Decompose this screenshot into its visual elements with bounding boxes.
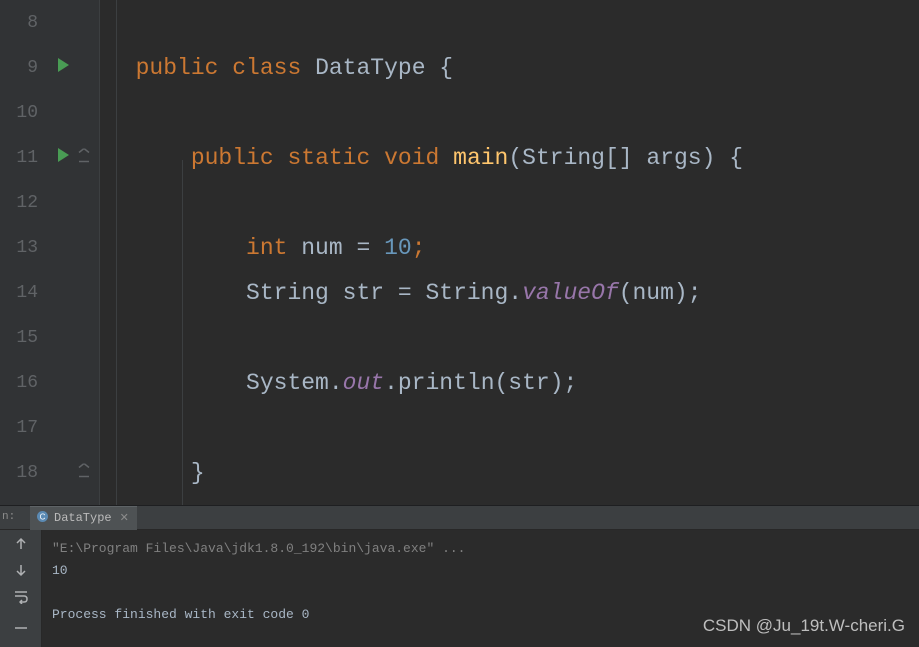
indent-guide bbox=[182, 160, 183, 505]
run-icon[interactable] bbox=[56, 57, 70, 79]
code-line bbox=[100, 405, 919, 450]
code-line bbox=[100, 315, 919, 360]
svg-text:C: C bbox=[40, 512, 46, 521]
panel-tab-bar: n: C DataType ✕ bbox=[0, 506, 919, 530]
line-number: 9 bbox=[8, 58, 38, 78]
gutter: 8 9 10 11 12 13 14 15 16 17 18 bbox=[0, 0, 100, 505]
indent-guide bbox=[116, 0, 117, 505]
line-number: 16 bbox=[8, 373, 38, 393]
line-number: 13 bbox=[8, 238, 38, 258]
line-number: 12 bbox=[8, 193, 38, 213]
code-area[interactable]: public class DataType { public static vo… bbox=[100, 0, 919, 505]
fold-marker-icon[interactable] bbox=[78, 463, 90, 482]
close-icon[interactable]: ✕ bbox=[120, 511, 129, 525]
code-line: } bbox=[100, 450, 919, 495]
line-number: 8 bbox=[8, 13, 38, 33]
code-line bbox=[100, 180, 919, 225]
console-stdout: 10 bbox=[52, 560, 909, 582]
panel-label: n: bbox=[2, 511, 15, 523]
run-tab-label: DataType bbox=[54, 511, 112, 525]
panel-toolbar bbox=[0, 530, 42, 647]
line-number: 14 bbox=[8, 283, 38, 303]
code-line: String str = String.valueOf(num); bbox=[100, 270, 919, 315]
scroll-down-icon[interactable] bbox=[11, 562, 31, 578]
code-line: public static void main(String[] args) { bbox=[100, 135, 919, 180]
console-command: "E:\Program Files\Java\jdk1.8.0_192\bin\… bbox=[52, 538, 909, 560]
code-line: int num = 10; bbox=[100, 225, 919, 270]
code-line bbox=[100, 0, 919, 45]
fold-marker-icon[interactable] bbox=[78, 148, 90, 167]
line-number: 11 bbox=[8, 148, 38, 168]
scroll-to-end-icon[interactable] bbox=[11, 614, 31, 630]
run-icon[interactable] bbox=[56, 147, 70, 169]
watermark: CSDN @Ju_19t.W-cheri.G bbox=[703, 616, 905, 636]
code-editor[interactable]: 8 9 10 11 12 13 14 15 16 17 18 public cl… bbox=[0, 0, 919, 505]
java-class-icon: C bbox=[36, 510, 49, 527]
line-number: 17 bbox=[8, 418, 38, 438]
run-tab[interactable]: C DataType ✕ bbox=[30, 506, 137, 530]
line-number: 10 bbox=[8, 103, 38, 123]
code-line: System.out.println(str); bbox=[100, 360, 919, 405]
code-line bbox=[100, 90, 919, 135]
line-number: 15 bbox=[8, 328, 38, 348]
line-number: 18 bbox=[8, 463, 38, 483]
soft-wrap-icon[interactable] bbox=[11, 588, 31, 604]
scroll-up-icon[interactable] bbox=[11, 536, 31, 552]
code-line: public class DataType { bbox=[100, 45, 919, 90]
